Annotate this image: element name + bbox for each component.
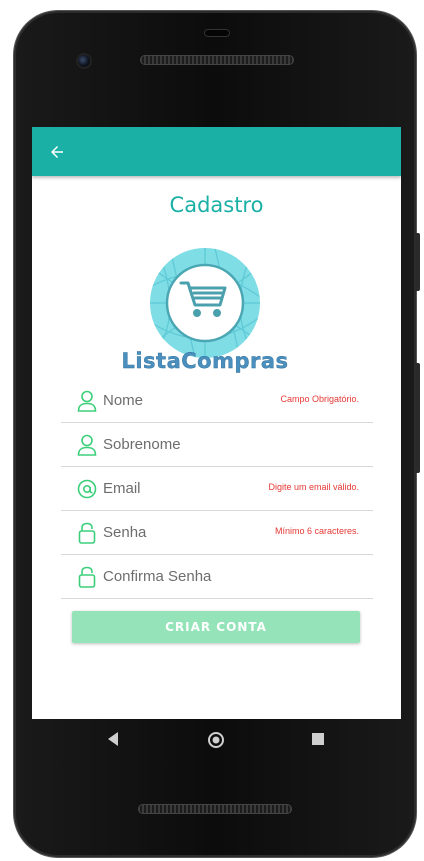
volume-rocker: [415, 363, 420, 473]
email-error-message: Digite um email válido.: [268, 482, 359, 492]
android-nav-bar: [32, 719, 401, 763]
back-button[interactable]: [44, 139, 70, 165]
logo-text: ListaCompras: [121, 349, 288, 373]
bottom-speaker-grille: [138, 804, 292, 814]
surname-input[interactable]: [103, 431, 263, 457]
email-input[interactable]: [103, 475, 263, 501]
create-account-button[interactable]: CRIAR CONTA: [72, 611, 360, 643]
name-field: Campo Obrigatório.: [61, 379, 373, 423]
name-input[interactable]: [103, 387, 263, 413]
password-input[interactable]: [103, 519, 263, 545]
top-speaker-grille: [140, 55, 294, 65]
nav-recents-icon[interactable]: [311, 732, 325, 746]
confirm-password-input[interactable]: [103, 563, 263, 589]
person-icon: [77, 434, 97, 456]
arrow-back-icon: [51, 146, 63, 158]
surname-field: [61, 423, 373, 467]
person-icon: [77, 390, 97, 412]
confirm-password-field: [61, 555, 373, 599]
name-error-message: Campo Obrigatório.: [280, 394, 359, 404]
earpiece: [204, 29, 230, 37]
app-logo: ListaCompras: [120, 247, 290, 373]
page-title: Cadastro: [169, 193, 264, 217]
app-screen: Cadastro ListaCompras Nome Campo Obrigat…: [32, 127, 401, 719]
lock-icon: [78, 566, 96, 588]
at-sign-icon: [77, 479, 97, 499]
signup-form: Campo Obrigatório. Digite um email válid…: [61, 379, 373, 599]
front-camera: [78, 55, 90, 67]
nav-home-icon[interactable]: [207, 731, 225, 749]
nav-back-icon[interactable]: [106, 731, 120, 747]
password-field: Mínimo 6 caracteres.: [61, 511, 373, 555]
power-button: [415, 233, 420, 291]
lock-icon: [78, 522, 96, 544]
email-field: Digite um email válido.: [61, 467, 373, 511]
password-error-message: Mínimo 6 caracteres.: [274, 526, 359, 536]
app-bar: [32, 127, 401, 176]
